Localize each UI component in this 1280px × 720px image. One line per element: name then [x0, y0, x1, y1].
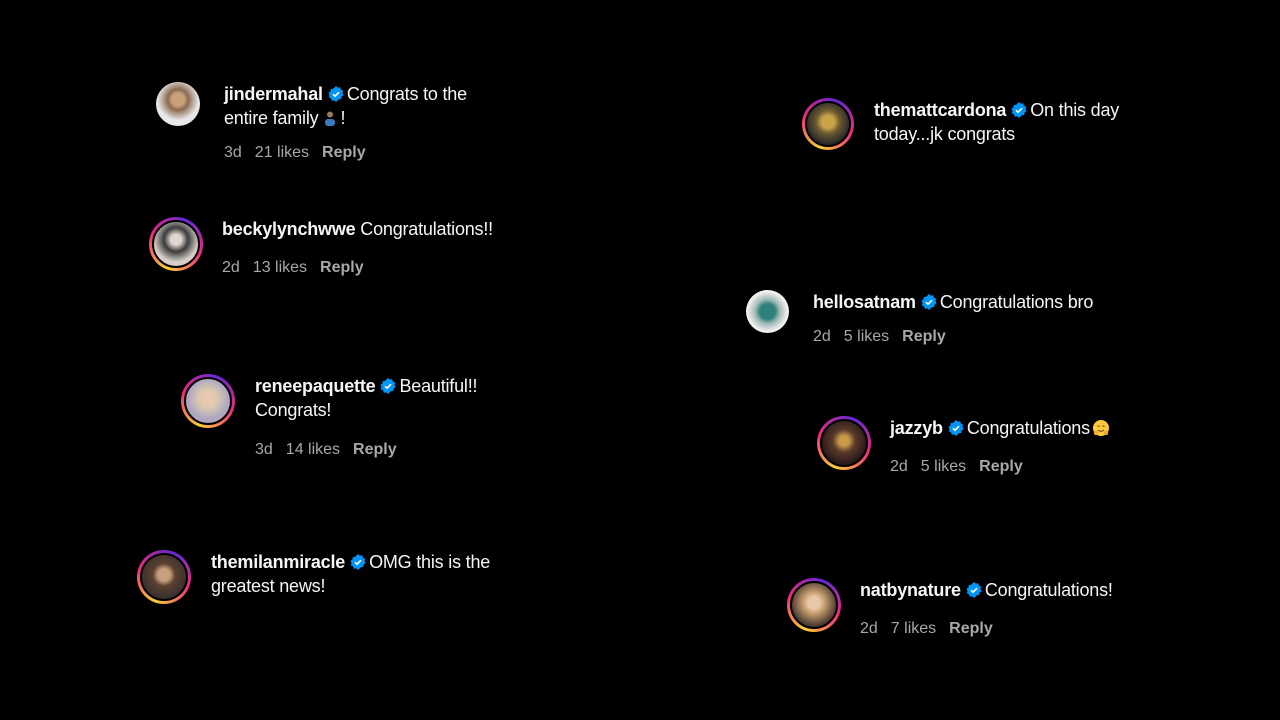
avatar[interactable] — [149, 217, 203, 271]
likes-count[interactable]: 14 likes — [286, 441, 340, 458]
username[interactable]: themattcardona — [874, 100, 1006, 120]
verified-badge-icon — [1011, 102, 1027, 118]
comment-meta: 2d 13 likes Reply — [222, 259, 377, 277]
comment-meta: 3d 14 likes Reply — [255, 441, 410, 459]
comment-text-line2: Congrats! — [255, 400, 332, 420]
comment-meta: 3d 21 likes Reply — [224, 144, 379, 162]
verified-badge-icon — [350, 554, 366, 570]
comment-meta: 2d 5 likes Reply — [890, 458, 1036, 476]
comment-body: jazzyb Congratulations — [890, 416, 1210, 440]
comment-text-line2: today...jk congrats — [874, 124, 1015, 144]
comment-text: Congratulations bro — [939, 292, 1094, 312]
person-emoji-icon — [325, 111, 336, 126]
reply-button[interactable]: Reply — [353, 441, 397, 458]
reply-button[interactable]: Reply — [322, 144, 366, 161]
avatar[interactable] — [802, 98, 854, 150]
likes-count[interactable]: 5 likes — [921, 458, 966, 475]
username[interactable]: beckylynchwwe — [222, 219, 356, 239]
username[interactable]: hellosatnam — [813, 292, 916, 312]
username[interactable]: natbynature — [860, 580, 961, 600]
comment-body: natbynature Congratulations! — [860, 578, 1180, 602]
avatar[interactable] — [137, 550, 191, 604]
comment-text: Congratulations! — [984, 580, 1113, 600]
reply-button[interactable]: Reply — [902, 328, 946, 345]
comment-body: hellosatnam Congratulations bro — [813, 290, 1133, 314]
username[interactable]: jazzyb — [890, 418, 943, 438]
username[interactable]: themilanmiracle — [211, 552, 345, 572]
verified-badge-icon — [380, 378, 396, 394]
username[interactable]: reneepaquette — [255, 376, 376, 396]
comment-text: Congratulations — [966, 418, 1090, 438]
reply-button[interactable]: Reply — [949, 620, 993, 637]
likes-count[interactable]: 13 likes — [253, 259, 307, 276]
comment-body: themattcardona On this day today...jk con… — [874, 98, 1164, 146]
comment-body: reneepaquette Beautiful!! Congrats! — [255, 374, 535, 422]
avatar[interactable] — [787, 578, 841, 632]
avatar[interactable] — [181, 374, 235, 428]
avatar[interactable] — [156, 82, 200, 126]
avatar[interactable] — [746, 290, 789, 333]
comment-meta: 2d 5 likes Reply — [813, 328, 959, 346]
comment-body: jindermahal Congrats to the entire family… — [224, 82, 504, 130]
comment-text: Beautiful!! — [399, 376, 478, 396]
timestamp: 2d — [860, 620, 878, 637]
avatar[interactable] — [817, 416, 871, 470]
comment-body: themilanmiracle OMG this is the greatest … — [211, 550, 531, 598]
comment-text: Congrats to the — [346, 84, 467, 104]
comment-text: OMG this is the — [369, 552, 491, 572]
timestamp: 3d — [255, 441, 273, 458]
likes-count[interactable]: 7 likes — [891, 620, 936, 637]
comment-text-line2: greatest news! — [211, 576, 326, 596]
username[interactable]: jindermahal — [224, 84, 323, 104]
verified-badge-icon — [328, 86, 344, 102]
likes-count[interactable]: 5 likes — [844, 328, 889, 345]
timestamp: 2d — [222, 259, 240, 276]
comment-meta: 2d 7 likes Reply — [860, 620, 1006, 638]
verified-badge-icon — [921, 294, 937, 310]
hugging-face-emoji-icon — [1092, 420, 1109, 436]
comment-text: Congratulations!! — [360, 219, 493, 239]
reply-button[interactable]: Reply — [979, 458, 1023, 475]
comment-text-line2: entire family — [224, 108, 319, 128]
reply-button[interactable]: Reply — [320, 259, 364, 276]
timestamp: 3d — [224, 144, 242, 161]
likes-count[interactable]: 21 likes — [255, 144, 309, 161]
timestamp: 2d — [890, 458, 908, 475]
verified-badge-icon — [966, 582, 982, 598]
comment-body: beckylynchwwe Congratulations!! — [222, 217, 542, 241]
timestamp: 2d — [813, 328, 831, 345]
comment-text-end: ! — [340, 108, 346, 128]
verified-badge-icon — [948, 420, 964, 436]
comment-text: On this day — [1030, 100, 1120, 120]
